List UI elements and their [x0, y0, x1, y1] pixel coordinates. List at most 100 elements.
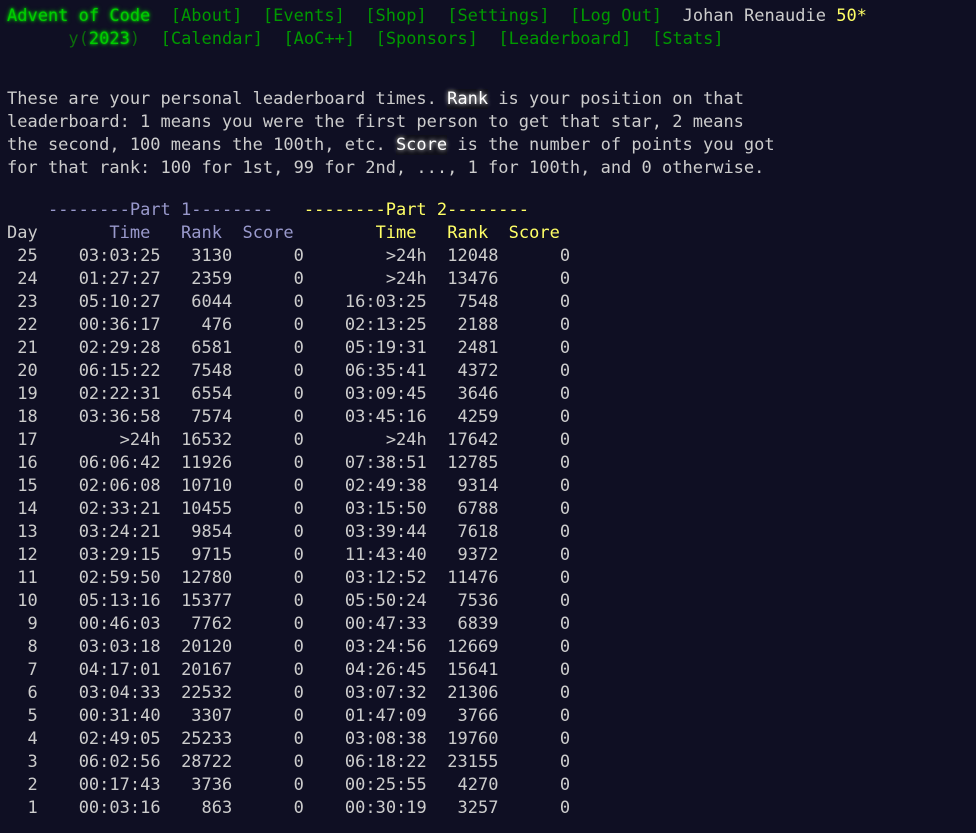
- cell-part2-score: 0: [559, 637, 571, 657]
- intro-text: the second, 100 means the 100th, etc.: [7, 135, 396, 155]
- cell-part1-rank: 3130: [191, 246, 233, 266]
- table-row: 21 02:29:28 6581 0 05:19:31 2481 0: [7, 337, 570, 360]
- cell-part1-rank: 11926: [181, 453, 233, 473]
- cell-day: 8: [27, 637, 38, 657]
- part1-header: --------Part 1--------: [47, 200, 274, 220]
- cell-part1-time: 02:29:28: [78, 338, 161, 358]
- cell-part2-score: 0: [559, 407, 571, 427]
- nav-about[interactable]: [About]: [171, 6, 243, 26]
- cell-part2-time: 03:07:32: [344, 683, 427, 703]
- cell-part2-time: 05:19:31: [344, 338, 427, 358]
- cell-day: 14: [17, 499, 38, 519]
- cell-part1-time: 06:02:56: [78, 752, 161, 772]
- table-row: 14 02:33:21 10455 0 03:15:50 6788 0: [7, 498, 570, 521]
- cell-part2-time: 00:47:33: [344, 614, 427, 634]
- cell-part1-time: 02:59:50: [78, 568, 161, 588]
- cell-part1-rank: 12780: [181, 568, 233, 588]
- cell-day: 15: [17, 476, 38, 496]
- nav-sponsors[interactable]: [Sponsors]: [376, 29, 478, 49]
- nav-aocplusplus[interactable]: [AoC++]: [283, 29, 355, 49]
- col-rank-part2: Rank: [447, 223, 489, 243]
- cell-part1-time: 06:15:22: [78, 361, 161, 381]
- cell-part1-rank: 476: [201, 315, 233, 335]
- cell-part1-time: 01:27:27: [78, 269, 161, 289]
- nav-events[interactable]: [Events]: [263, 6, 345, 26]
- nav-shop[interactable]: [Shop]: [365, 6, 426, 26]
- cell-part1-score: 0: [293, 637, 304, 657]
- site-title-link[interactable]: Advent of Code: [7, 6, 150, 26]
- cell-part2-score: 0: [559, 522, 571, 542]
- cell-part2-time: 03:08:38: [344, 729, 427, 749]
- cell-part1-time: 03:36:58: [78, 407, 161, 427]
- cell-part1-rank: 3736: [191, 775, 233, 795]
- nav-calendar[interactable]: [Calendar]: [161, 29, 263, 49]
- cell-part1-score: 0: [293, 729, 304, 749]
- cell-day: 21: [17, 338, 38, 358]
- cell-part1-score: 0: [293, 476, 304, 496]
- star-count: 50*: [836, 6, 867, 26]
- year-link[interactable]: y(2023): [68, 29, 140, 49]
- cell-part2-score: 0: [559, 729, 571, 749]
- cell-part2-time: 03:15:50: [344, 499, 427, 519]
- intro-text: These are your personal leaderboard time…: [7, 89, 448, 109]
- cell-part2-rank: 6839: [457, 614, 499, 634]
- table-column-headers: Day Time Rank Score Time Rank Score: [7, 222, 560, 245]
- cell-day: 19: [17, 384, 38, 404]
- cell-part2-score: 0: [559, 568, 571, 588]
- cell-part2-time: 04:26:45: [344, 660, 427, 680]
- col-day: Day: [7, 223, 38, 243]
- cell-part1-time: >24h: [119, 430, 161, 450]
- cell-part1-score: 0: [293, 752, 304, 772]
- table-row: 6 03:04:33 22532 0 03:07:32 21306 0: [7, 682, 570, 705]
- cell-part2-time: 11:43:40: [344, 545, 427, 565]
- table-row: 13 03:24:21 9854 0 03:39:44 7618 0: [7, 521, 570, 544]
- cell-part2-time: 01:47:09: [344, 706, 427, 726]
- cell-part2-rank: 4372: [457, 361, 499, 381]
- table-row: 23 05:10:27 6044 0 16:03:25 7548 0: [7, 291, 570, 314]
- nav-leaderboard[interactable]: [Leaderboard]: [498, 29, 631, 49]
- cell-part2-rank: 9372: [457, 545, 499, 565]
- cell-part1-time: 03:03:25: [78, 246, 161, 266]
- user-name: Johan Renaudie: [682, 6, 826, 26]
- nav-log-out[interactable]: [Log Out]: [570, 6, 662, 26]
- cell-part1-time: 02:33:21: [78, 499, 161, 519]
- cell-part2-score: 0: [559, 246, 571, 266]
- cell-part2-score: 0: [559, 292, 571, 312]
- cell-part1-score: 0: [293, 338, 304, 358]
- cell-part2-score: 0: [559, 614, 571, 634]
- cell-day: 17: [17, 430, 38, 450]
- cell-part1-score: 0: [293, 614, 304, 634]
- cell-part2-rank: 3646: [457, 384, 499, 404]
- cell-part1-rank: 6554: [191, 384, 233, 404]
- cell-part1-score: 0: [293, 361, 304, 381]
- score-term: Score: [395, 135, 448, 155]
- col-time-part2: Time: [375, 223, 417, 243]
- cell-part2-time: 02:49:38: [344, 476, 427, 496]
- table-row: 19 02:22:31 6554 0 03:09:45 3646 0: [7, 383, 570, 406]
- cell-part1-rank: 863: [201, 798, 233, 818]
- cell-part1-rank: 10455: [181, 499, 233, 519]
- cell-part1-rank: 7574: [191, 407, 233, 427]
- cell-part1-rank: 9715: [191, 545, 233, 565]
- cell-part1-score: 0: [293, 568, 304, 588]
- table-row: 10 05:13:16 15377 0 05:50:24 7536 0: [7, 590, 570, 613]
- cell-part2-score: 0: [559, 545, 571, 565]
- cell-part2-rank: 21306: [447, 683, 499, 703]
- table-row: 4 02:49:05 25233 0 03:08:38 19760 0: [7, 728, 570, 751]
- nav-stats[interactable]: [Stats]: [652, 29, 724, 49]
- cell-part2-score: 0: [559, 361, 571, 381]
- cell-part2-rank: 6788: [457, 499, 499, 519]
- cell-part2-score: 0: [559, 476, 571, 496]
- cell-part2-score: 0: [559, 430, 571, 450]
- table-row: 1 00:03:16 863 0 00:30:19 3257 0: [7, 797, 570, 820]
- cell-part2-rank: 7548: [457, 292, 499, 312]
- nav-settings[interactable]: [Settings]: [447, 6, 549, 26]
- cell-part2-score: 0: [559, 798, 571, 818]
- header-bottom: y(2023) [Calendar] [AoC++] [Sponsors] [L…: [7, 28, 724, 51]
- cell-part2-time: >24h: [385, 246, 427, 266]
- cell-part2-time: >24h: [385, 269, 427, 289]
- cell-part2-time: 03:39:44: [344, 522, 427, 542]
- cell-part2-rank: 23155: [447, 752, 499, 772]
- cell-part2-score: 0: [559, 683, 571, 703]
- table-row: 24 01:27:27 2359 0 >24h 13476 0: [7, 268, 570, 291]
